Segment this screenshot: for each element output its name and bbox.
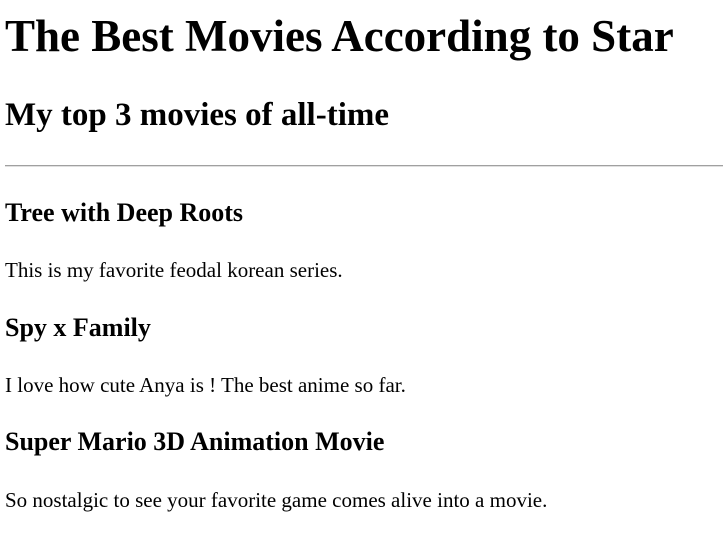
movie-description: I love how cute Anya is ! The best anime…	[5, 373, 406, 397]
movie-title: Super Mario 3D Animation Movie	[5, 427, 385, 456]
page-subtitle: My top 3 movies of all-time	[5, 97, 389, 133]
movie-description: This is my favorite feodal korean series…	[5, 258, 343, 282]
movie-description: So nostalgic to see your favorite game c…	[5, 488, 548, 512]
movie-title: Spy x Family	[5, 313, 151, 342]
divider	[5, 165, 723, 167]
movie-title: Tree with Deep Roots	[5, 198, 244, 227]
page-title: The Best Movies According to Star	[5, 11, 674, 61]
